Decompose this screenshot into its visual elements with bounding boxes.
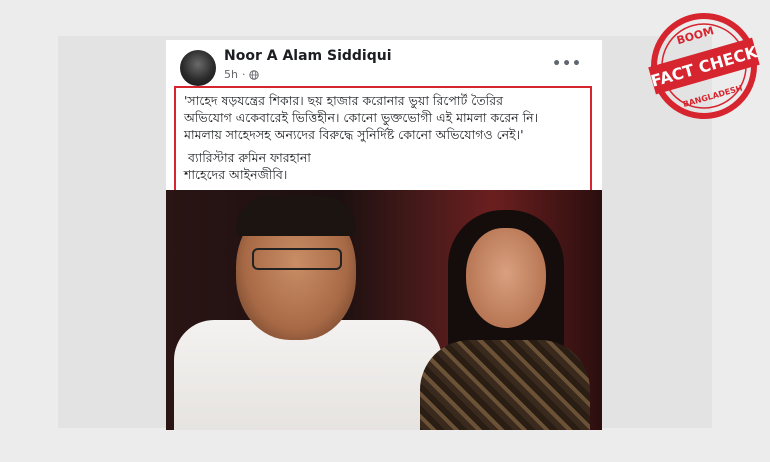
post-header: Noor A Alam Siddiqui 5h · ••• [166,40,602,86]
globe-icon[interactable] [249,69,260,80]
post-quote: 'সাহেদ ষড়যন্ত্রের শিকার। ছয় হাজার করোন… [184,93,539,142]
glasses-shape [252,248,342,270]
facebook-post: Noor A Alam Siddiqui 5h · ••• 'সাহেদ ষড়… [166,40,602,430]
fact-check-stamp-logo: BOOM FACT CHECK BANGLADESH [648,13,760,119]
woman-figure-body [420,340,590,430]
woman-figure-face [466,228,546,328]
post-time[interactable]: 5h [224,68,238,81]
separator-dot: · [241,68,246,81]
avatar[interactable] [180,50,216,86]
post-signature: ব্যারিস্টার রুমিন ফারহানা শাহেদের আইনজীব… [184,150,311,182]
post-photo[interactable] [166,190,602,430]
man-figure-hair [236,196,356,236]
post-meta: 5h · [224,68,260,81]
post-author[interactable]: Noor A Alam Siddiqui [224,48,392,64]
more-options-button[interactable]: ••• [552,56,582,72]
stamp-top-text: BOOM [675,24,715,47]
